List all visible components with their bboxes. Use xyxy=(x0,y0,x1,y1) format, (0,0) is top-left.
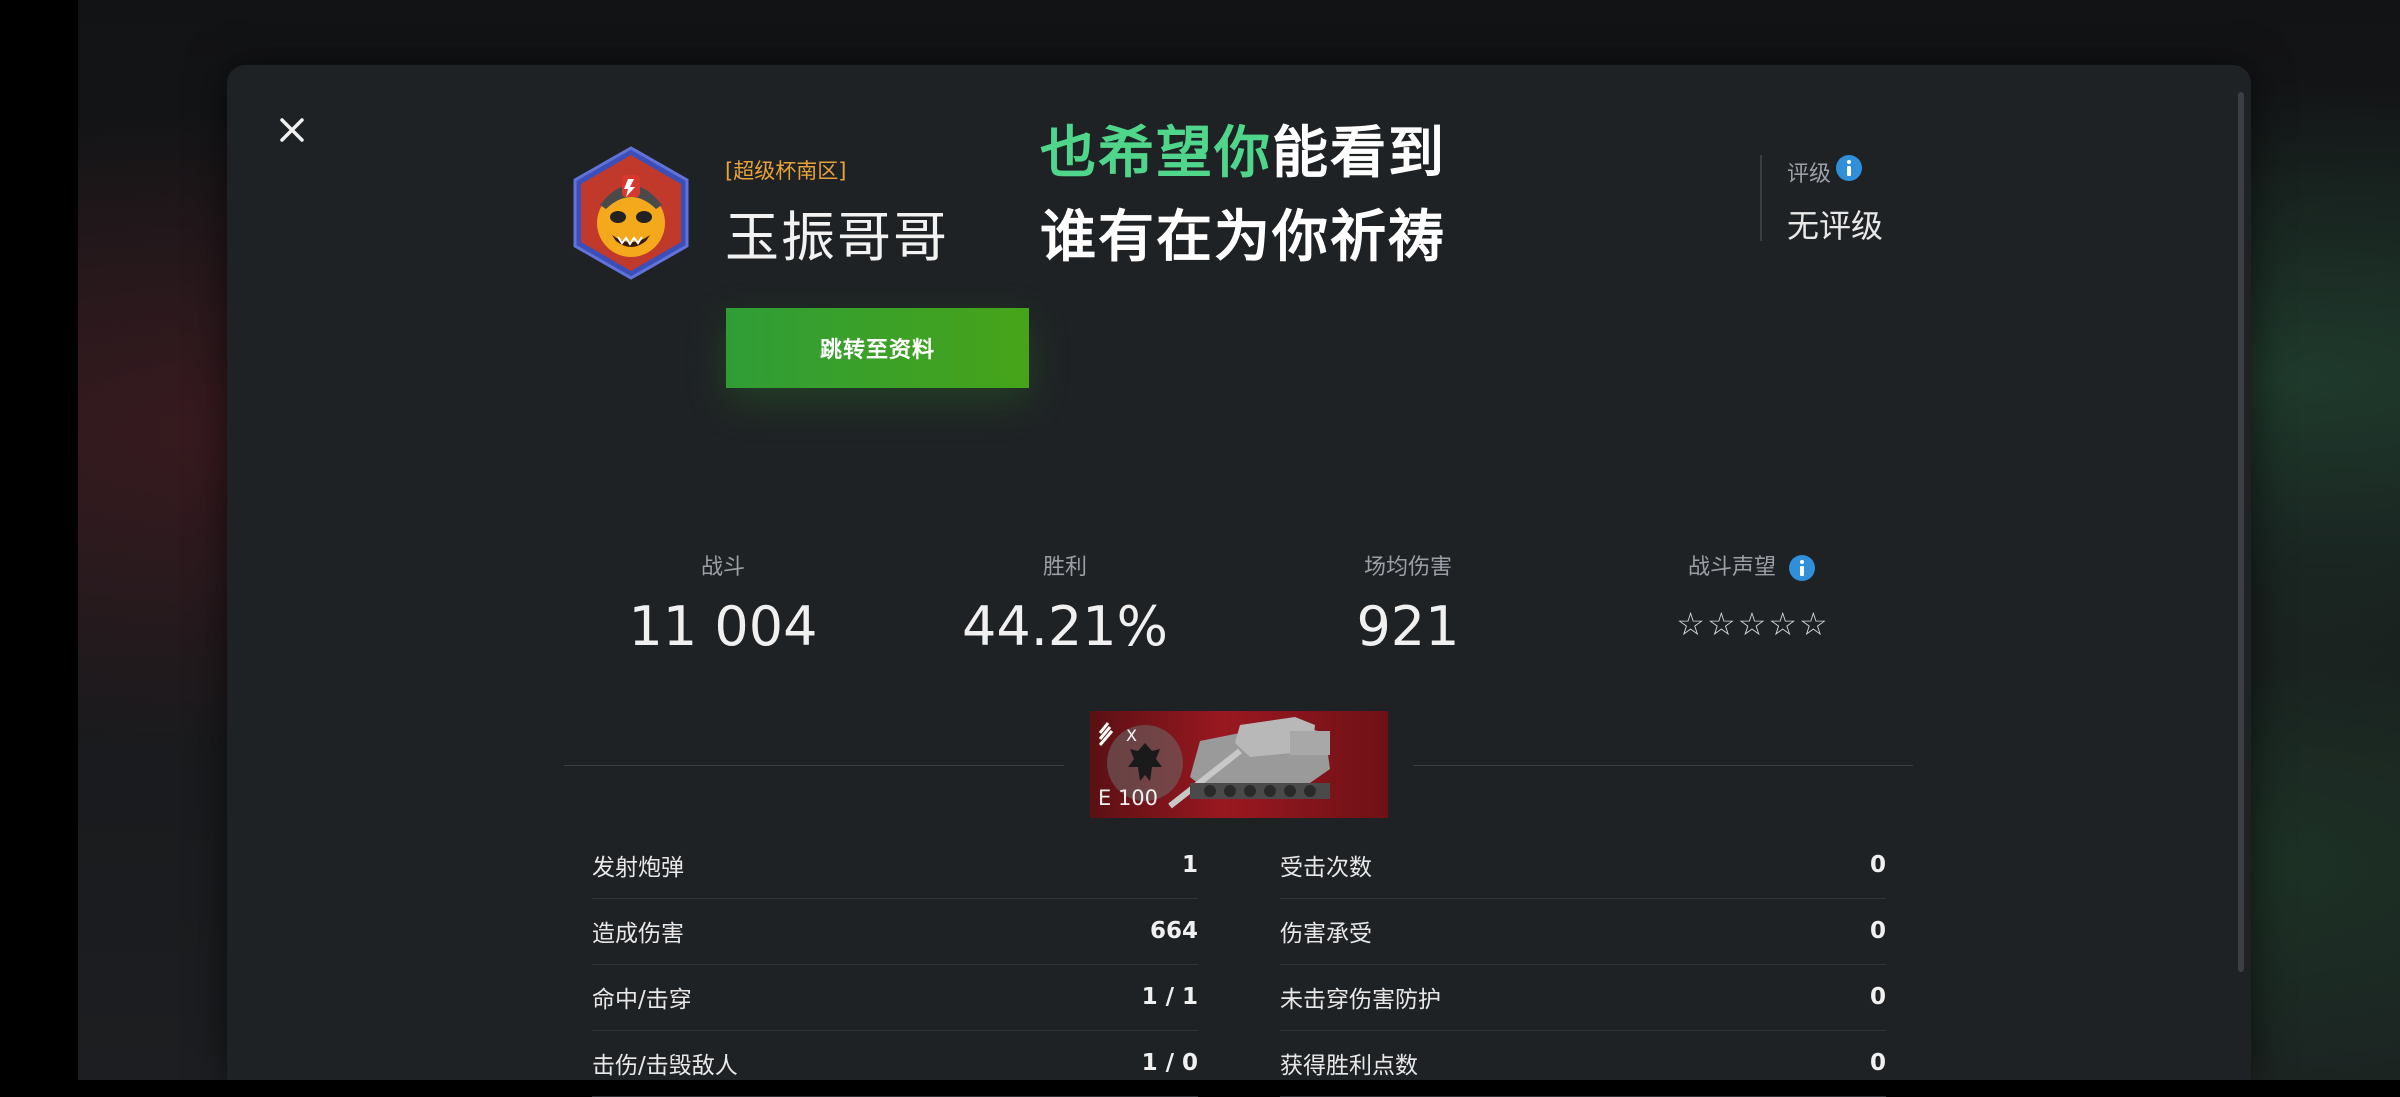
info-icon xyxy=(1836,155,1862,181)
tank-card[interactable]: X E 100 xyxy=(1090,711,1388,818)
rating-value: 无评级 xyxy=(1787,207,1884,245)
detail-label: 击伤/击毁敌人 xyxy=(592,1053,738,1079)
tier-badge-icon xyxy=(1098,722,1114,746)
section-divider-right xyxy=(1413,765,1913,766)
detail-row: 击伤/击毁敌人 1 / 0 xyxy=(592,1030,1198,1097)
detail-value: 0 xyxy=(1869,918,1886,944)
detail-label: 获得胜利点数 xyxy=(1280,1053,1418,1079)
detail-row: 受击次数 0 xyxy=(1280,832,1886,899)
detail-label: 未击穿伤害防护 xyxy=(1280,987,1441,1013)
tank-tier: X xyxy=(1126,726,1137,745)
detail-value: 1 / 1 xyxy=(1141,984,1198,1010)
rating-divider xyxy=(1760,155,1762,241)
goto-profile-button[interactable]: 跳转至资料 xyxy=(726,308,1029,388)
stat-avg-damage-value: 921 xyxy=(1356,595,1460,658)
star-icon: ☆ xyxy=(1706,605,1736,643)
stat-reputation: 战斗声望 ☆ ☆ ☆ ☆ ☆ xyxy=(1602,551,1902,643)
star-icon: ☆ xyxy=(1799,605,1828,643)
lyric-rest: 能看到 xyxy=(1272,121,1446,186)
player-name: 玉振哥哥 xyxy=(725,206,949,269)
detail-value: 1 / 0 xyxy=(1141,1050,1198,1076)
detail-value: 664 xyxy=(1149,918,1198,944)
reputation-stars: ☆ ☆ ☆ ☆ ☆ xyxy=(1602,605,1902,643)
lyric-subtitle-line-1: 也希望你能看到 xyxy=(1040,108,1446,189)
section-divider-left xyxy=(564,765,1064,766)
tank-name: E 100 xyxy=(1098,786,1159,810)
clan-tag: [超级杯南区] xyxy=(725,159,847,183)
detail-value: 1 xyxy=(1181,852,1198,878)
detail-value: 0 xyxy=(1869,1050,1886,1076)
rating-label: 评级 xyxy=(1787,162,1832,187)
star-icon: ☆ xyxy=(1676,605,1705,643)
close-icon xyxy=(280,118,304,142)
detail-row: 命中/击穿 1 / 1 xyxy=(592,964,1198,1031)
detail-value: 0 xyxy=(1869,984,1886,1010)
stat-avg-damage-label: 场均伤害 xyxy=(1363,555,1452,580)
star-icon: ☆ xyxy=(1737,605,1767,643)
detail-row: 发射炮弹 1 xyxy=(592,832,1198,899)
stat-battles-value: 11 004 xyxy=(628,595,818,658)
panel-scrollbar[interactable] xyxy=(2238,92,2244,972)
stat-reputation-label: 战斗声望 xyxy=(1687,555,1776,580)
tank-icon xyxy=(1168,717,1330,809)
stat-reputation-label-row: 战斗声望 xyxy=(1602,551,1902,585)
stat-battles-label: 战斗 xyxy=(700,555,745,580)
stat-avg-damage: 场均伤害 921 xyxy=(1258,551,1558,657)
detail-label: 命中/击穿 xyxy=(592,987,692,1013)
close-button[interactable] xyxy=(272,110,312,150)
stat-battles: 战斗 11 004 xyxy=(573,551,873,657)
detail-label: 发射炮弹 xyxy=(592,855,684,881)
detail-row: 伤害承受 0 xyxy=(1280,898,1886,965)
stat-wins-label: 胜利 xyxy=(1042,555,1087,580)
stat-wins: 胜利 44.21% xyxy=(915,551,1215,657)
detail-label: 伤害承受 xyxy=(1280,921,1372,947)
rating-info-button[interactable] xyxy=(1835,154,1863,186)
detail-row: 获得胜利点数 0 xyxy=(1280,1030,1886,1097)
detail-label: 造成伤害 xyxy=(592,921,684,947)
star-icon: ☆ xyxy=(1768,605,1798,643)
lyric-highlight: 也希望你 xyxy=(1040,121,1272,186)
player-avatar xyxy=(570,145,692,281)
detail-label: 受击次数 xyxy=(1280,855,1372,881)
detail-row: 造成伤害 664 xyxy=(592,898,1198,965)
stat-wins-value: 44.21% xyxy=(962,595,1168,658)
detail-value: 0 xyxy=(1869,852,1886,878)
detail-row: 未击穿伤害防护 0 xyxy=(1280,964,1886,1031)
lyric-subtitle-line-2: 谁有在为你祈祷 xyxy=(1040,205,1446,270)
info-icon[interactable] xyxy=(1788,554,1816,582)
